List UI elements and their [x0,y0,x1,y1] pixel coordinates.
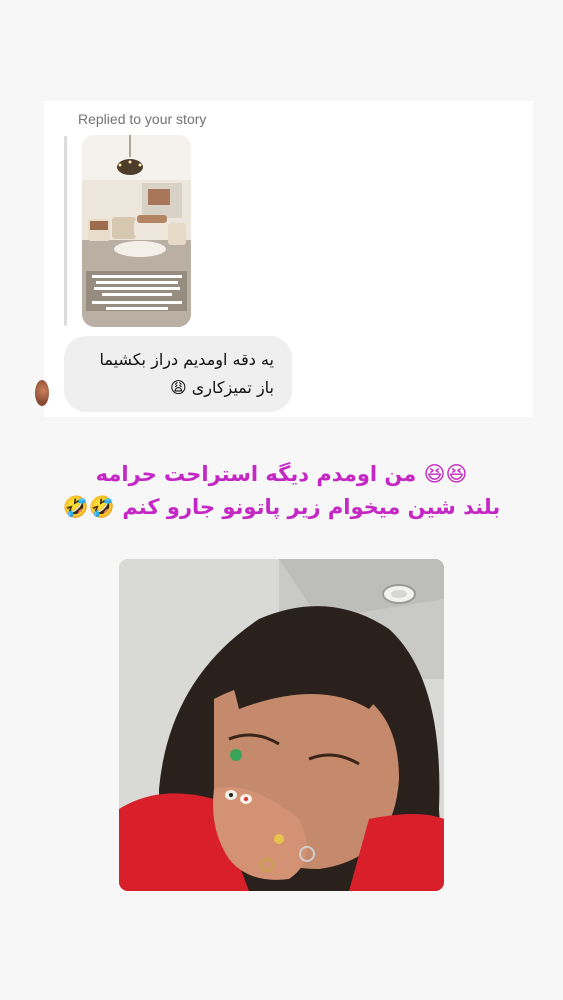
living-room-image [82,135,191,327]
reply-quote-bar [64,136,67,326]
reply-message-bubble[interactable]: یه دقه اومدیم دراز بکشیما باز تمیزکاری 😩 [64,336,292,412]
sender-avatar[interactable] [35,380,49,406]
message-text-line-1: یه دقه اومدیم دراز بکشیما [99,350,274,369]
story-reply-card: Replied to your story یه دقه اومدیم دراز… [35,101,533,417]
story-thumbnail[interactable] [82,135,191,327]
story-caption-line-2: بلند شین میخوام زیر پاتونو جارو کنم 🤣🤣 [62,495,501,519]
story-caption-line-1: 😆😆 من اومدم دیگه استراحت حرامه [95,462,468,486]
woman-laughing-image [119,559,444,891]
selfie-photo [119,559,444,891]
message-text-line-2: باز تمیزکاری 😩 [169,378,274,397]
replied-to-story-label: Replied to your story [78,111,207,127]
